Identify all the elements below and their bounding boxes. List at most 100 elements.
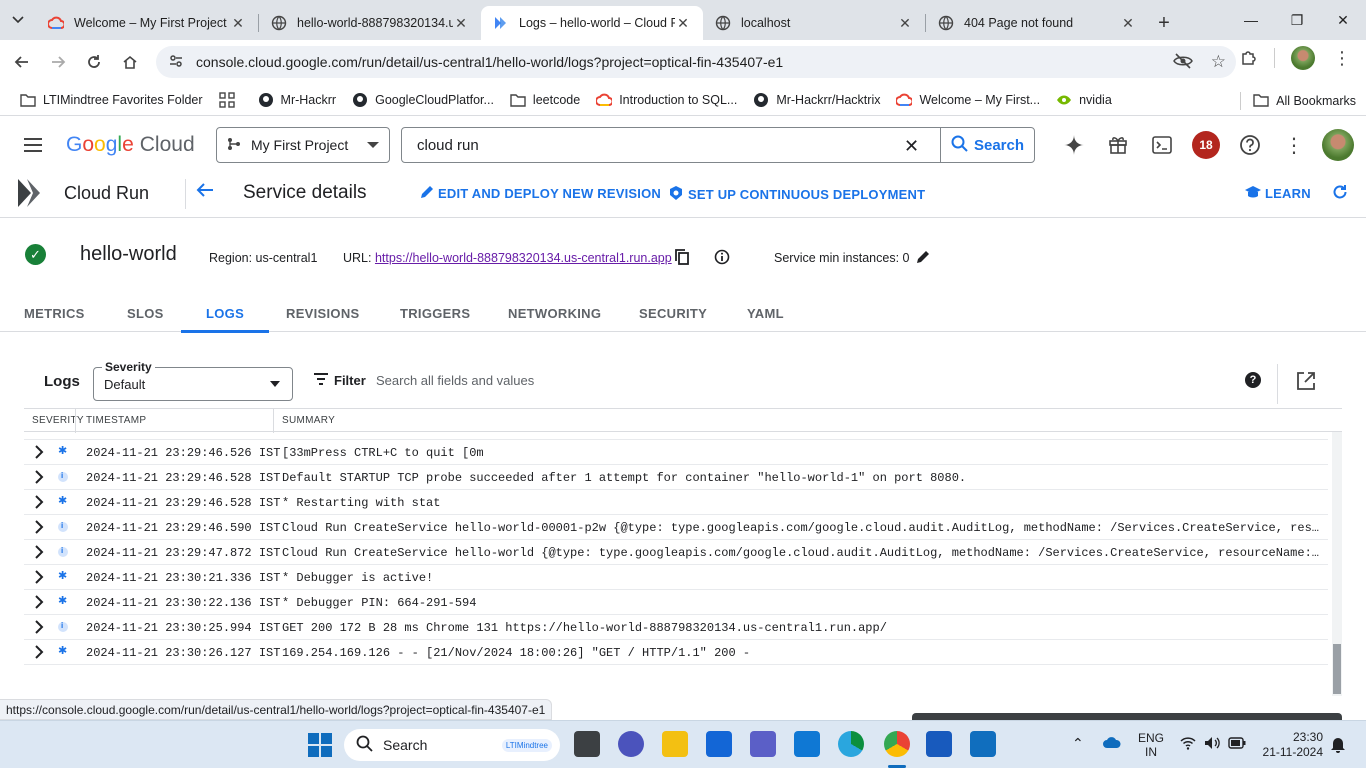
bookmark-item[interactable]: leetcode xyxy=(510,92,580,108)
log-row[interactable]: 2024-11-21 23:30:25.994 IST GET 200 172 … xyxy=(24,615,1328,640)
log-row[interactable]: 2024-11-21 23:29:46.590 IST Cloud Run Cr… xyxy=(24,515,1328,540)
refresh-icon[interactable] xyxy=(1332,184,1348,203)
tab-slos[interactable]: SLOS xyxy=(127,296,164,332)
bookmark-item[interactable]: Mr-Hackrr/Hacktrix xyxy=(753,92,880,108)
tab-revisions[interactable]: REVISIONS xyxy=(286,296,360,332)
close-window-icon[interactable]: ✕ xyxy=(1320,0,1366,40)
store-icon[interactable] xyxy=(706,731,732,757)
tab-metrics[interactable]: METRICS xyxy=(24,296,85,332)
expand-chevron-icon[interactable] xyxy=(34,445,46,459)
main-menu-icon[interactable] xyxy=(0,137,66,153)
bookmark-item[interactable] xyxy=(218,91,242,108)
task-view-icon[interactable] xyxy=(574,731,600,757)
bookmark-item[interactable]: Mr-Hackrr xyxy=(258,92,336,108)
bookmark-item[interactable]: Welcome – My First... xyxy=(896,92,1040,108)
tab-triggers[interactable]: TRIGGERS xyxy=(400,296,470,332)
info-icon[interactable] xyxy=(714,249,730,268)
gemini-icon[interactable] xyxy=(1052,129,1096,161)
log-row[interactable]: 2024-11-21 23:30:26.127 IST 169.254.169.… xyxy=(24,640,1328,665)
edit-deploy-button[interactable]: EDIT AND DEPLOY NEW REVISION xyxy=(420,185,661,202)
expand-chevron-icon[interactable] xyxy=(34,620,46,634)
new-tab-button[interactable]: + xyxy=(1148,6,1180,40)
more-options-icon[interactable]: ⋮ xyxy=(1272,129,1316,161)
expand-chevron-icon[interactable] xyxy=(34,495,46,509)
omnibox[interactable]: console.cloud.google.com/run/detail/us-c… xyxy=(156,46,1236,78)
log-row[interactable]: 2024-11-21 23:29:46.526 IST [33mPress CT… xyxy=(24,440,1328,465)
tab-close-icon[interactable]: ✕ xyxy=(897,15,913,32)
site-info-icon[interactable] xyxy=(168,53,184,72)
log-search-input[interactable]: Search all fields and values xyxy=(376,373,534,388)
back-icon[interactable] xyxy=(4,46,40,78)
log-row[interactable]: 2024-11-21 23:29:46.528 IST Default STAR… xyxy=(24,465,1328,490)
tab-yaml[interactable]: YAML xyxy=(747,296,784,332)
account-button[interactable] xyxy=(1316,129,1360,161)
meet-icon[interactable] xyxy=(618,731,644,757)
clear-search-icon[interactable]: ✕ xyxy=(904,136,919,157)
all-bookmarks[interactable]: All Bookmarks xyxy=(1240,92,1356,110)
copy-icon[interactable] xyxy=(675,249,689,268)
gift-icon[interactable] xyxy=(1096,129,1140,161)
expand-chevron-icon[interactable] xyxy=(34,470,46,484)
log-row[interactable]: 2024-11-21 23:30:22.136 IST * Debugger P… xyxy=(24,590,1328,615)
log-row[interactable]: 2024-11-21 23:29:47.872 IST Cloud Run Cr… xyxy=(24,540,1328,565)
reload-icon[interactable] xyxy=(76,46,112,78)
log-row[interactable]: 2024-11-21 23:29:46.528 IST * Restarting… xyxy=(24,490,1328,515)
browser-tab[interactable]: hello-world-888798320134.us ✕ xyxy=(259,6,481,40)
clock[interactable]: 23:30 21-11-2024 xyxy=(1261,730,1324,760)
cloud-shell-icon[interactable] xyxy=(1140,129,1184,161)
expand-chevron-icon[interactable] xyxy=(34,570,46,584)
search-button[interactable]: Search xyxy=(940,128,1034,162)
edit-min-instances-icon[interactable] xyxy=(916,250,930,267)
notepad-icon[interactable] xyxy=(970,731,996,757)
tab-close-icon[interactable]: ✕ xyxy=(675,15,691,32)
learn-button[interactable]: LEARN xyxy=(1245,185,1311,202)
tab-close-icon[interactable]: ✕ xyxy=(230,15,246,32)
battery-icon[interactable] xyxy=(1228,737,1246,752)
taskbar-search[interactable]: Search LTIMindtree xyxy=(344,729,560,761)
tab-logs[interactable]: LOGS xyxy=(180,296,270,333)
home-icon[interactable] xyxy=(112,46,148,78)
restore-icon[interactable]: ❐ xyxy=(1274,0,1320,40)
notifications-button[interactable]: 18 xyxy=(1184,129,1228,161)
tab-close-icon[interactable]: ✕ xyxy=(453,15,469,32)
file-explorer-icon[interactable] xyxy=(662,731,688,757)
bookmark-star-icon[interactable]: ☆ xyxy=(1211,52,1226,72)
notification-bell-icon[interactable] xyxy=(1330,735,1346,756)
bookmark-item[interactable]: nvidia xyxy=(1056,92,1112,108)
log-scrollbar[interactable] xyxy=(1332,432,1342,696)
open-in-new-icon[interactable] xyxy=(1296,371,1316,394)
service-url-link[interactable]: https://hello-world-888798320134.us-cent… xyxy=(375,251,672,265)
filter-button[interactable]: Filter xyxy=(314,373,366,388)
help-icon[interactable] xyxy=(1228,129,1272,161)
extensions-icon[interactable] xyxy=(1240,48,1258,69)
bookmark-item[interactable]: LTIMindtree Favorites Folder xyxy=(20,92,203,108)
outlook-icon[interactable] xyxy=(794,731,820,757)
onedrive-icon[interactable] xyxy=(1102,735,1122,752)
back-arrow-icon[interactable] xyxy=(196,181,214,204)
browser-tab[interactable]: localhost ✕ xyxy=(703,6,925,40)
browser-tab[interactable]: 404 Page not found ✕ xyxy=(926,6,1148,40)
project-selector[interactable]: My First Project xyxy=(216,127,390,163)
language-indicator[interactable]: ENG IN xyxy=(1138,731,1164,759)
expand-chevron-icon[interactable] xyxy=(34,645,46,659)
profile-avatar[interactable] xyxy=(1291,46,1315,70)
tab-search-dropdown[interactable] xyxy=(0,0,36,40)
bookmark-item[interactable]: GoogleCloudPlatfor... xyxy=(352,92,494,108)
browser-tab[interactable]: Welcome – My First Project – ✕ xyxy=(36,6,258,40)
bookmark-item[interactable]: Introduction to SQL... xyxy=(596,92,737,108)
column-header-summary[interactable]: SUMMARY xyxy=(282,415,335,426)
chevron-up-icon[interactable]: ⌃ xyxy=(1072,735,1084,752)
google-cloud-logo[interactable]: Google Cloud xyxy=(66,133,195,157)
forward-icon[interactable] xyxy=(40,46,76,78)
teams-icon[interactable] xyxy=(750,731,776,757)
tab-networking[interactable]: NETWORKING xyxy=(508,296,601,332)
scrollbar-thumb[interactable] xyxy=(1333,644,1341,694)
minimize-icon[interactable]: — xyxy=(1228,0,1274,40)
column-header-timestamp[interactable]: TIMESTAMP xyxy=(86,415,146,426)
volume-icon[interactable] xyxy=(1204,736,1220,753)
chrome-menu-icon[interactable]: ⋮ xyxy=(1333,48,1351,69)
tab-close-icon[interactable]: ✕ xyxy=(1120,15,1136,32)
expand-chevron-icon[interactable] xyxy=(34,545,46,559)
search-input[interactable] xyxy=(417,136,897,154)
column-header-severity[interactable]: SEVERITY xyxy=(32,415,84,426)
